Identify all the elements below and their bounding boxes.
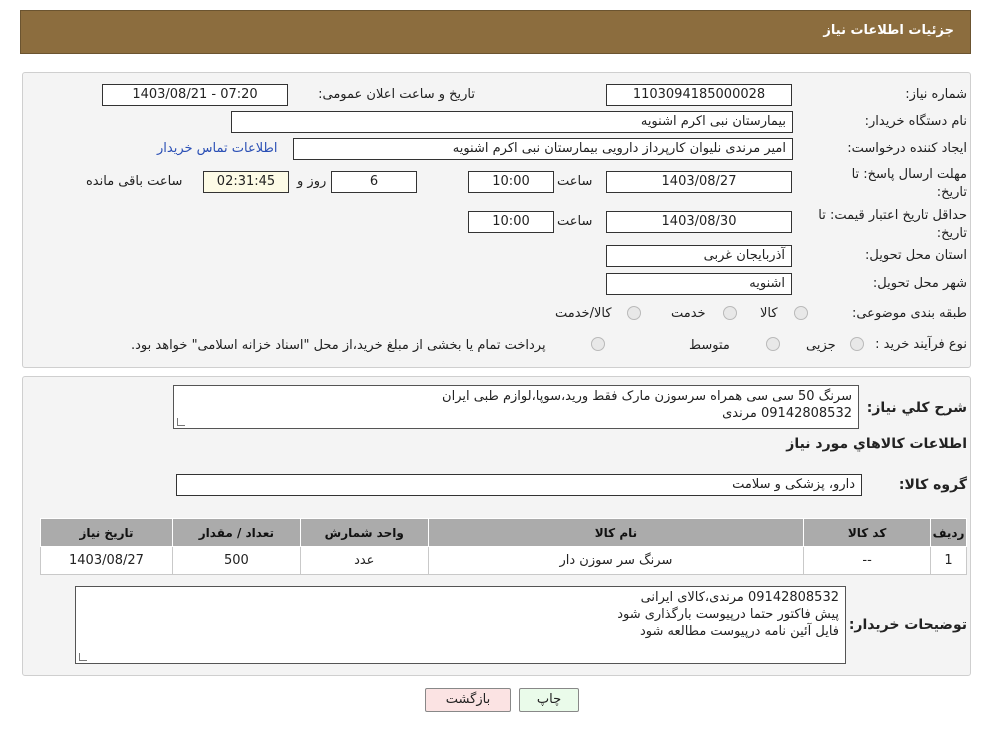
col-item-code: کد کالا [803,518,932,547]
deadline-date-field[interactable]: 1403/08/27 [606,171,792,193]
back-button[interactable]: بازگشت [425,688,511,712]
need-number-label: شماره نیاز: [905,87,967,102]
cell-item-name: سرنگ سر سوزن دار [427,546,805,575]
validity-date-field[interactable]: 1403/08/30 [606,211,792,233]
category-goods-service-radio[interactable] [627,306,641,320]
col-quantity: تعداد / مقدار [171,518,301,547]
price-validity-label-line1: حداقل تاریخ اعتبار قیمت: تا [818,208,967,223]
process-treasury-note: پرداخت تمام یا بخشی از مبلغ خرید،از محل … [131,338,546,353]
col-unit: واحد شمارش [299,518,429,547]
requester-label: ایجاد کننده درخواست: [847,141,967,156]
city-field[interactable]: اشنویه [606,273,792,295]
category-goods-radio[interactable] [794,306,808,320]
category-goods-label: کالا [760,306,778,321]
announce-datetime-label: تاریخ و ساعت اعلان عمومی: [318,87,475,102]
page-title: جزئیات اطلاعات نیاز [823,23,954,38]
goods-group-field[interactable]: دارو، پزشکی و سلامت [176,474,862,496]
general-description-textarea[interactable]: سرنگ 50 سی سی همراه سرسوزن مارک فقط ورید… [173,385,859,429]
process-medium-label: متوسط [689,338,730,353]
process-type-label: نوع فرآیند خرید : [875,337,967,352]
buyer-org-label: نام دستگاه خریدار: [864,114,967,129]
requester-field[interactable]: امیر مرندی نلیوان کارپرداز دارویی بیمارس… [293,138,793,160]
goods-table: ردیف کد کالا نام کالا واحد شمارش تعداد /… [40,518,967,575]
price-validity-label: حداقل تاریخ اعتبار قیمت: تا تاریخ: [818,207,967,243]
col-need-date: تاریخ نیاز [40,518,173,547]
buyer-notes-line-3: فایل آئین نامه درپیوست مطالعه شود [639,624,839,639]
category-service-radio[interactable] [723,306,737,320]
cell-quantity: 500 [171,546,301,575]
cell-need-date: 1403/08/27 [40,546,173,575]
city-label: شهر محل تحویل: [872,276,967,291]
province-label: استان محل تحویل: [865,248,967,263]
description-line-2: 09142808532 مرندی [722,406,852,421]
description-line-1: سرنگ 50 سی سی همراه سرسوزن مارک فقط ورید… [442,389,852,404]
page-header: جزئیات اطلاعات نیاز [20,10,971,54]
price-validity-label-line2: تاریخ: [936,226,967,241]
col-item-name: نام کالا [427,518,805,547]
remaining-label: ساعت باقی مانده [86,174,183,189]
deadline-time-field[interactable]: 10:00 [468,171,554,193]
cell-item-code: -- [803,546,932,575]
buyer-notes-line-1: 09142808532 مرندی،کالای ایرانی [640,590,839,605]
buyer-notes-textarea[interactable]: 09142808532 مرندی،کالای ایرانی پیش فاکتو… [75,586,846,664]
deadline-hour-label: ساعت [557,174,593,189]
process-minor-label: جزیی [806,338,836,353]
days-label: روز و [297,174,327,189]
days-remaining-field: 6 [331,171,417,193]
process-minor-radio[interactable] [850,337,864,351]
deadline-label: مهلت ارسال پاسخ: تا تاریخ: [852,166,967,202]
remaining-time-field: 02:31:45 [203,171,289,193]
general-description-label: شرح کلي نیاز: [866,400,967,416]
resize-grip-icon[interactable] [177,418,185,426]
buyer-notes-label: توضیحات خریدار: [848,617,967,633]
goods-table-header: ردیف کد کالا نام کالا واحد شمارش تعداد /… [40,518,967,547]
buyer-contact-link[interactable]: اطلاعات تماس خریدار [157,141,277,156]
goods-section-title: اطلاعات کالاهاي مورد نياز [786,436,967,452]
province-field[interactable]: آذربایجان غربی [606,245,792,267]
resize-grip-icon[interactable] [79,653,87,661]
category-label: طبقه بندی موضوعی: [851,306,967,321]
category-service-label: خدمت [671,306,706,321]
col-row-number: ردیف [930,518,967,547]
deadline-label-line2: تاریخ: [936,185,967,200]
cell-unit: عدد [299,546,429,575]
need-number-field[interactable]: 1103094185000028 [606,84,792,106]
validity-time-field[interactable]: 10:00 [468,211,554,233]
cell-row-number: 1 [930,546,967,575]
print-button[interactable]: چاپ [519,688,579,712]
table-row: 1 -- سرنگ سر سوزن دار عدد 500 1403/08/27 [40,546,967,575]
deadline-label-line1: مهلت ارسال پاسخ: تا [851,167,967,182]
validity-hour-label: ساعت [557,214,593,229]
category-goods-service-label: کالا/خدمت [555,306,612,321]
goods-group-label: گروه کالا: [898,477,967,493]
process-medium-radio[interactable] [766,337,780,351]
buyer-notes-line-2: پیش فاکتور حتما درپیوست بارگذاری شود [617,607,839,622]
process-treasury-radio[interactable] [591,337,605,351]
buyer-org-field[interactable]: بیمارستان نبی اکرم اشنویه [231,111,793,133]
announce-datetime-field[interactable]: 1403/08/21 - 07:20 [102,84,288,106]
